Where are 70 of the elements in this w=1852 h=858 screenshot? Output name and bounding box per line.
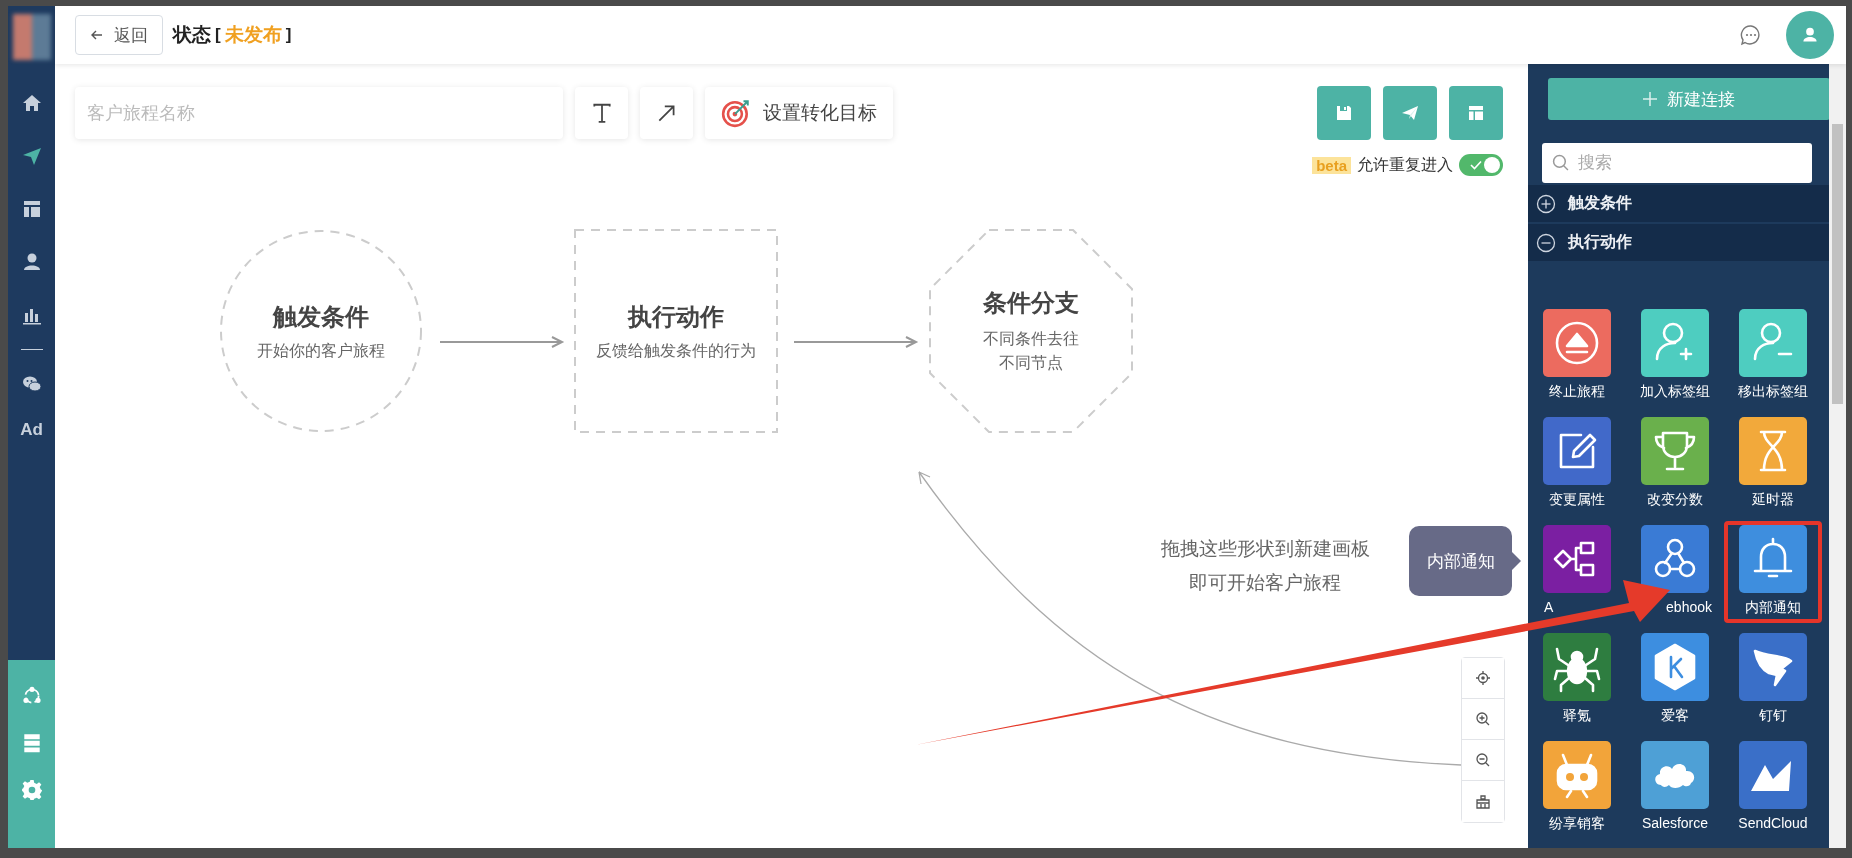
text-tool-button[interactable]	[575, 87, 628, 139]
status-bracket: [	[215, 25, 221, 45]
action-item[interactable]: 加入标签组	[1626, 305, 1724, 407]
node-title: 条件分支	[983, 288, 1079, 318]
user-icon[interactable]	[21, 252, 42, 272]
text-icon	[590, 102, 613, 124]
save-button[interactable]	[1317, 86, 1371, 140]
action-item[interactable]: 移出标签组	[1724, 305, 1822, 407]
home-icon[interactable]	[21, 93, 42, 113]
node-subtitle: 不同条件去往不同节点	[982, 329, 1080, 373]
minus-circle-icon	[1536, 232, 1556, 253]
node-title: 执行动作	[628, 301, 724, 332]
action-item[interactable]: 改变分数	[1626, 413, 1724, 515]
settings-icon[interactable]	[20, 779, 43, 801]
send-icon[interactable]	[21, 146, 42, 166]
action-item[interactable]: 变更属性	[1528, 413, 1626, 515]
back-arrow-icon	[90, 28, 104, 42]
repeat-entry-label: 允许重复进入	[1357, 154, 1453, 175]
trigger-node[interactable]	[219, 229, 423, 433]
chat-icon[interactable]	[1740, 24, 1762, 46]
plus-icon	[1643, 92, 1657, 106]
action-item[interactable]: 驿氪	[1528, 629, 1626, 731]
beta-badge: beta	[1312, 156, 1351, 174]
action-item[interactable]: 终止旅程	[1528, 305, 1626, 407]
publish-status: 未发布	[224, 23, 282, 47]
layout-button[interactable]	[1449, 86, 1503, 140]
category-header[interactable]: 触发条件	[1528, 185, 1829, 222]
action-item[interactable]: SendCloud	[1724, 737, 1822, 839]
locate-icon	[1475, 670, 1491, 686]
action-item[interactable]: 爱客	[1626, 629, 1724, 731]
logo-icon	[12, 14, 51, 60]
action-item[interactable]: 内部通知	[1724, 521, 1822, 623]
action-item[interactable]: Salesforce	[1626, 737, 1724, 839]
layout-icon	[1466, 103, 1486, 123]
drag-hint: 拖拽这些形状到新建画板	[1160, 537, 1370, 561]
zoom-in-icon	[1475, 711, 1491, 727]
action-node[interactable]	[574, 229, 778, 433]
action-item[interactable]: ebhook	[1626, 521, 1724, 623]
layout-icon[interactable]	[21, 199, 42, 219]
action-item[interactable]: 纷享销客	[1528, 737, 1626, 839]
ad-menu-item[interactable]: Ad	[20, 420, 43, 440]
search-icon	[1552, 154, 1569, 171]
chat-bubbles-icon[interactable]	[21, 374, 42, 394]
branch-node[interactable]	[929, 229, 1133, 433]
check-icon	[1470, 160, 1482, 170]
set-goal-button[interactable]: 设置转化目标	[705, 87, 893, 139]
zoom-out-icon	[1475, 752, 1491, 768]
locate-button[interactable]	[1462, 658, 1504, 699]
action-item[interactable]: 钉钉	[1724, 629, 1822, 731]
repeat-entry-toggle[interactable]	[1459, 154, 1503, 176]
action-item[interactable]: A	[1528, 521, 1626, 623]
target-icon	[721, 98, 751, 128]
action-item[interactable]: 延时器	[1724, 413, 1822, 515]
node-subtitle: 开始你的客户旅程	[257, 340, 385, 361]
plus-circle-icon	[1536, 193, 1556, 214]
drag-tooltip: 内部通知	[1409, 526, 1512, 596]
publish-button[interactable]	[1383, 86, 1437, 140]
journey-name-field[interactable]: 客户旅程名称	[75, 87, 563, 139]
page-title: 状态	[173, 23, 211, 47]
node-title: 触发条件	[273, 301, 369, 332]
broom-icon	[1475, 793, 1491, 810]
save-icon	[1334, 103, 1354, 123]
node-subtitle: 反馈给触发条件的行为	[596, 340, 756, 361]
status-bracket: ]	[285, 25, 292, 45]
avatar[interactable]	[1786, 11, 1834, 59]
arrow-tool-button[interactable]	[640, 87, 693, 139]
category-header[interactable]: 执行动作	[1528, 224, 1829, 261]
back-button[interactable]: 返回	[75, 15, 163, 55]
drag-hint: 即可开始客户旅程	[1189, 571, 1341, 595]
search-field[interactable]: 搜索	[1542, 143, 1812, 183]
